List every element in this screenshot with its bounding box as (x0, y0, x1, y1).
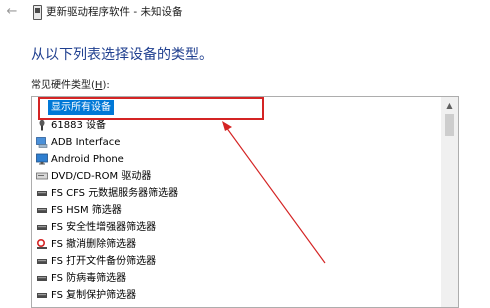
title-bar: ← 更新驱动程序软件 - 未知设备 (0, 0, 490, 26)
list-item[interactable]: FS 打开文件备份筛选器 (34, 253, 434, 270)
back-arrow-icon[interactable]: ← (2, 3, 22, 21)
hardware-type-label: 常见硬件类型(H): (31, 79, 110, 93)
list-item[interactable]: Android Phone (34, 151, 434, 168)
window-title: 更新驱动程序软件 - 未知设备 (46, 6, 183, 18)
list-item-label: DVD/CD-ROM 驱动器 (51, 171, 152, 182)
list-item[interactable]: FS 复制保护筛选器 (34, 287, 434, 304)
filter-driver-icon (37, 276, 47, 281)
list-item[interactable]: FS 防病毒筛选器 (34, 270, 434, 287)
filter-driver-icon (37, 225, 47, 230)
page-heading: 从以下列表选择设备的类型。 (31, 47, 213, 63)
list-item-label: 显示所有设备 (48, 100, 114, 115)
list-item-label: 61883 设备 (51, 120, 106, 131)
list-item[interactable]: FS HSM 筛选器 (34, 202, 434, 219)
list-item[interactable]: DVD/CD-ROM 驱动器 (34, 168, 434, 185)
label-text: 常见硬件类型( (31, 80, 95, 91)
device-manager-icon (33, 5, 42, 20)
list-item[interactable]: FS CFS 元数据服务器筛选器 (34, 185, 434, 202)
list-item-show-all-devices[interactable]: 显示所有设备 (34, 99, 434, 116)
filter-driver-icon (37, 191, 47, 196)
filter-driver-icon (37, 208, 47, 213)
firewire-device-icon (39, 119, 45, 131)
undelete-filter-icon (36, 238, 47, 249)
monitor-icon (36, 153, 48, 165)
list-item-label: FS HSM 筛选器 (51, 205, 122, 216)
filter-driver-icon (37, 293, 47, 298)
list-item-label: FS 复制保护筛选器 (51, 290, 137, 301)
list-item[interactable]: 61883 设备 (34, 117, 434, 134)
vertical-scrollbar[interactable]: ▲ (441, 97, 458, 307)
adb-interface-icon (36, 137, 48, 148)
filter-driver-icon (37, 259, 47, 264)
list-item-label: FS 防病毒筛选器 (51, 273, 127, 284)
list-item-label: FS 撤消删除筛选器 (51, 239, 137, 250)
label-suffix: ): (102, 80, 110, 91)
list-item[interactable]: FS 安全性增强器筛选器 (34, 219, 434, 236)
list-item[interactable]: FS 撤消删除筛选器 (34, 236, 434, 253)
list-item-label: Android Phone (51, 154, 124, 165)
list-item-label: FS 安全性增强器筛选器 (51, 222, 157, 233)
hardware-type-list[interactable]: 显示所有设备 61883 设备 ADB Interface Android Ph… (31, 96, 459, 308)
list-item-label: FS CFS 元数据服务器筛选器 (51, 188, 179, 199)
list-item-label: ADB Interface (51, 137, 121, 148)
scroll-thumb[interactable] (445, 114, 454, 136)
list-item-label: FS 打开文件备份筛选器 (51, 256, 157, 267)
scroll-up-icon[interactable]: ▲ (441, 97, 458, 114)
list-item[interactable]: ADB Interface (34, 134, 434, 151)
dvd-drive-icon (36, 172, 48, 180)
